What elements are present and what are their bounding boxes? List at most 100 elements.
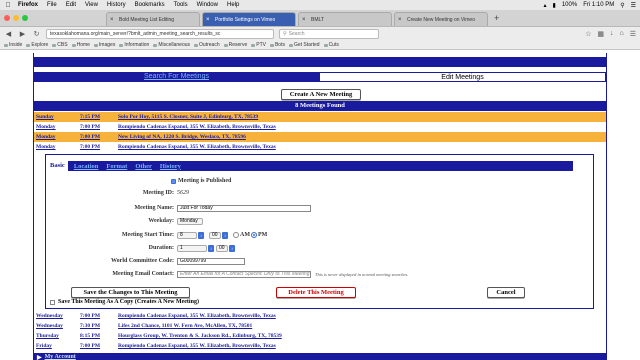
close-window-icon[interactable]	[4, 15, 10, 21]
tab-history[interactable]: History	[158, 163, 183, 170]
menu-file[interactable]: File	[47, 2, 57, 8]
checkbox-checked-icon[interactable]	[171, 178, 176, 184]
browser-tab[interactable]: × BMLT	[298, 12, 392, 26]
search-input[interactable]: ⚲ Search	[279, 29, 379, 39]
stepper-icon[interactable]: ↕	[198, 232, 204, 239]
back-icon[interactable]: ◀	[4, 30, 13, 38]
wifi-icon[interactable]: ▴	[544, 2, 547, 9]
stepper-icon[interactable]: ↕	[229, 245, 235, 252]
bookmark-item[interactable]: Information	[119, 42, 149, 48]
wcc-field[interactable]: G00099799	[177, 258, 245, 265]
bookmark-item[interactable]: Images	[94, 42, 115, 48]
start-minute-select[interactable]: 00	[209, 232, 221, 239]
close-tab-icon[interactable]: ×	[398, 17, 402, 23]
checkbox-icon[interactable]	[50, 299, 55, 305]
duration-minutes-select[interactable]: 00	[216, 245, 228, 252]
library-icon[interactable]: ▦	[597, 30, 604, 38]
stepper-icon[interactable]: ↕	[208, 245, 214, 252]
published-checkbox[interactable]: Meeting is Published	[171, 178, 231, 184]
bookmark-item[interactable]: PTV	[251, 42, 266, 48]
bookmark-item[interactable]: Explore	[26, 42, 48, 48]
meeting-row[interactable]: Monday 7:00 PM New Living of NA, 1220 S.…	[34, 132, 606, 142]
stepper-icon[interactable]: ↕	[222, 232, 228, 239]
weekday-select[interactable]: Monday	[177, 218, 203, 225]
am-radio[interactable]: AM	[233, 232, 250, 238]
meeting-day: Thursday	[36, 333, 59, 339]
meeting-location[interactable]: Rompiendo Cadenas Espanol, 355 W. Elizab…	[118, 144, 606, 150]
start-hour-select[interactable]: 8	[177, 232, 197, 239]
tab-search-meetings[interactable]: Search For Meetings	[34, 72, 319, 82]
battery-icon[interactable]: ▮	[553, 2, 556, 9]
bookmark-item[interactable]: Get Started	[289, 42, 320, 48]
meeting-name-field[interactable]: Just For Today	[177, 205, 311, 212]
new-tab-button[interactable]: +	[494, 13, 499, 23]
radio-icon[interactable]	[233, 232, 239, 238]
bookmark-item[interactable]: Home	[72, 42, 90, 48]
tab-location[interactable]: Location	[72, 163, 101, 170]
forward-icon[interactable]: ▶	[18, 30, 27, 38]
meeting-row[interactable]: Thursday 8:15 PM Hourglass Group, W. Tre…	[34, 331, 606, 341]
create-meeting-button[interactable]: Create A New Meeting	[281, 89, 361, 100]
url-bar[interactable]: texasoklahomana.org/main_server/?bmlt_ad…	[46, 29, 274, 39]
clock[interactable]: Fri 1:10 PM	[583, 2, 614, 8]
meeting-location[interactable]: Hourglass Group, W. Trenton & S. Jackson…	[118, 333, 606, 339]
menu-history[interactable]: History	[107, 2, 126, 8]
menu-window[interactable]: Window	[197, 2, 218, 8]
close-tab-icon[interactable]: ×	[206, 17, 210, 23]
browser-tab[interactable]: × Bold Meeting List Editing	[106, 12, 200, 26]
tab-edit-meetings[interactable]: Edit Meetings	[319, 72, 606, 82]
bookmark-item[interactable]: Inside	[4, 42, 22, 48]
meeting-row[interactable]: Monday 7:00 PM Rompiendo Cadenas Espanol…	[34, 142, 606, 152]
meeting-row[interactable]: Friday 7:00 PM Rompiendo Cadenas Espanol…	[34, 341, 606, 351]
tab-format[interactable]: Format	[104, 163, 129, 170]
email-field[interactable]: Enter An Email for A Contact Specific On…	[177, 271, 311, 278]
meeting-location[interactable]: Rompiendo Cadenas Espanol, 355 W. Elizab…	[118, 343, 606, 349]
menu-edit[interactable]: Edit	[66, 2, 76, 8]
bookmark-item[interactable]: Cuts	[324, 42, 339, 48]
bookmark-item[interactable]: Reserve	[224, 42, 248, 48]
pm-radio[interactable]: PM	[251, 232, 267, 238]
meeting-location[interactable]: Rompiendo Cadenas Espanol, 355 W. Elizab…	[118, 124, 606, 130]
meeting-row[interactable]: Wednesday 7:00 PM Rompiendo Cadenas Espa…	[34, 311, 606, 321]
home-icon[interactable]: ⌂	[619, 30, 623, 38]
bookmark-item[interactable]: Outreach	[194, 42, 220, 48]
meeting-location[interactable]: Lifes 2nd Chance, 1101 W. Fern Ave, McAl…	[118, 323, 606, 329]
menu-app-name[interactable]: Firefox	[18, 2, 38, 8]
menu-bookmarks[interactable]: Bookmarks	[135, 2, 165, 8]
menu-help[interactable]: Help	[227, 2, 239, 8]
meeting-location[interactable]: New Living of NA, 1220 S. Bridge, Weslac…	[118, 134, 606, 140]
star-icon[interactable]: ☆	[585, 30, 591, 38]
bookmark-item[interactable]: CBS	[52, 42, 67, 48]
bookmark-item[interactable]: Bots	[270, 42, 285, 48]
browser-tab-active[interactable]: × Portfolio Settings on Vimeo	[202, 12, 296, 26]
meeting-row[interactable]: Monday 7:00 PM Rompiendo Cadenas Espanol…	[34, 122, 606, 132]
tab-other[interactable]: Other	[133, 163, 154, 170]
delete-button[interactable]: Delete This Meeting	[276, 287, 356, 298]
bookmark-item[interactable]: Miscellaneous	[153, 42, 190, 48]
save-as-copy-checkbox[interactable]: Save This Meeting As A Copy (Creates A N…	[50, 299, 199, 305]
close-tab-icon[interactable]: ×	[110, 17, 114, 23]
menu-icon[interactable]: ☰	[630, 30, 636, 38]
meeting-location[interactable]: Solo Por Hoy, 5115 S. Closner, Suite J, …	[118, 114, 606, 120]
reload-icon[interactable]: ↻	[32, 30, 41, 38]
zoom-window-icon[interactable]	[22, 15, 28, 21]
window-controls	[4, 15, 28, 21]
menu-tools[interactable]: Tools	[174, 2, 188, 8]
my-account-link[interactable]: My Account	[45, 354, 76, 360]
menu-view[interactable]: View	[85, 2, 98, 8]
meeting-row[interactable]: Sunday 7:15 PM Solo Por Hoy, 5115 S. Clo…	[34, 112, 606, 122]
save-button[interactable]: Save the Changes to This Meeting	[71, 287, 190, 298]
minimize-window-icon[interactable]	[13, 15, 19, 21]
apple-icon[interactable]: 	[4, 2, 12, 9]
download-icon[interactable]: ↓	[610, 30, 614, 38]
duration-hours-select[interactable]: 1	[177, 245, 207, 252]
meeting-location[interactable]: Rompiendo Cadenas Espanol, 355 W. Elizab…	[118, 313, 606, 319]
tab-basic[interactable]: Basic	[47, 161, 68, 171]
menu-list-icon[interactable]: ☰	[631, 2, 636, 9]
meeting-row[interactable]: Wednesday 7:30 PM Lifes 2nd Chance, 1101…	[34, 321, 606, 331]
browser-tab[interactable]: × Create New Meeting on Vimeo	[394, 12, 488, 26]
close-tab-icon[interactable]: ×	[302, 17, 306, 23]
radio-selected-icon[interactable]	[251, 232, 257, 238]
cancel-button[interactable]: Cancel	[487, 287, 525, 298]
search-icon[interactable]: ⚲	[620, 2, 624, 9]
